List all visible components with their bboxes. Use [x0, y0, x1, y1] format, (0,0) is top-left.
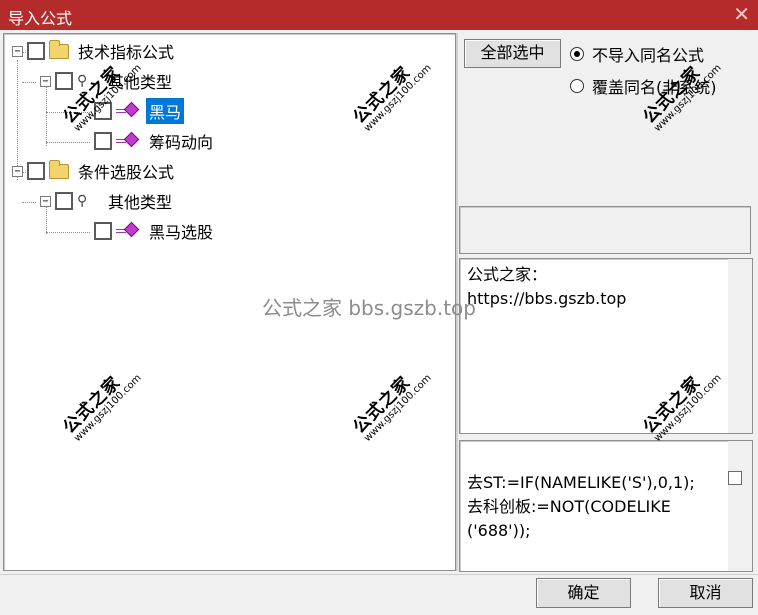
tree-connector	[46, 86, 47, 146]
code-text: 去ST:=IF(NAMELIKE('S'),0,1); 去科创板:=NOT(CO…	[467, 473, 695, 540]
tree-connector	[46, 142, 90, 143]
tree-node-label: 筹码动向	[149, 133, 214, 152]
folder-icon	[49, 39, 69, 59]
tree-connector	[22, 202, 36, 203]
info-box	[459, 206, 751, 254]
tree-node-label: 黑马选股	[149, 223, 214, 242]
checkbox-icon[interactable]	[27, 162, 45, 180]
checkbox-icon[interactable]	[94, 132, 112, 150]
close-icon[interactable]: ✕	[733, 2, 750, 26]
scrollbar[interactable]	[728, 259, 752, 433]
tree-expander-icon[interactable]: −	[40, 195, 51, 207]
tree-node-technical-indicators[interactable]: − 技术指标公式	[12, 38, 177, 64]
ok-button[interactable]: 确定	[536, 578, 631, 608]
checkbox-icon[interactable]	[55, 192, 73, 210]
splitter[interactable]	[456, 33, 458, 571]
radio-label: 覆盖同名(非系统)	[592, 78, 717, 97]
cancel-button[interactable]: 取消	[658, 578, 753, 608]
checkbox-icon[interactable]	[55, 72, 73, 90]
title-bar: 导入公式 ✕	[0, 0, 758, 30]
tree-node-condition-formulas[interactable]: − 条件选股公式	[12, 158, 177, 184]
tree-node-label: 条件选股公式	[78, 163, 175, 182]
radio-icon[interactable]	[570, 47, 584, 61]
tree-node-label: 其他类型	[108, 73, 173, 92]
key-icon: ⚲	[77, 73, 88, 89]
tree-node-label-selected: 黑马	[146, 98, 185, 124]
tree-expander-icon[interactable]: −	[12, 165, 23, 177]
radio-skip-duplicates[interactable]: 不导入同名公式	[570, 42, 704, 66]
tree-expander-icon[interactable]: −	[12, 45, 23, 57]
gem-icon	[116, 101, 140, 119]
select-all-button[interactable]: 全部选中	[464, 39, 561, 68]
radio-overwrite-duplicates[interactable]: 覆盖同名(非系统)	[570, 74, 717, 98]
tree-connector	[46, 112, 90, 113]
formula-tree[interactable]: − 技术指标公式 − ⚲ 其他类型 黑马 筹码动向 − 条件选股公式 − ⚲ 其…	[3, 33, 456, 571]
key-icon: ⚲	[77, 193, 88, 209]
tree-node-other-types-2[interactable]: − ⚲ 其他类型	[40, 188, 175, 214]
description-panel[interactable]: 公式之家： https://bbs.gszb.top	[459, 258, 753, 434]
tree-node-label: 其他类型	[108, 193, 173, 212]
tree-connector	[22, 82, 36, 83]
folder-icon	[49, 159, 69, 179]
divider	[0, 574, 758, 575]
window-title: 导入公式	[8, 9, 73, 28]
tree-node-other-types[interactable]: − ⚲ 其他类型	[40, 68, 175, 94]
tree-node-heima[interactable]: 黑马	[90, 98, 185, 124]
tree-expander-icon[interactable]: −	[40, 75, 51, 87]
tree-node-label: 技术指标公式	[78, 43, 175, 62]
checkbox-icon[interactable]	[94, 222, 112, 240]
gem-icon	[116, 131, 140, 149]
checkbox-icon[interactable]	[94, 102, 112, 120]
radio-label: 不导入同名公式	[592, 46, 705, 65]
checkbox-icon[interactable]	[728, 471, 742, 485]
description-text: 公式之家： https://bbs.gszb.top	[467, 265, 627, 308]
radio-icon[interactable]	[570, 79, 584, 93]
gem-icon	[116, 221, 140, 239]
code-panel[interactable]: 去ST:=IF(NAMELIKE('S'),0,1); 去科创板:=NOT(CO…	[459, 440, 753, 572]
tree-node-chip-flow[interactable]: 筹码动向	[90, 128, 216, 154]
tree-node-heima-screen[interactable]: 黑马选股	[90, 218, 216, 244]
checkbox-icon[interactable]	[27, 42, 45, 60]
scrollbar[interactable]	[728, 441, 752, 571]
tree-connector	[46, 232, 90, 233]
